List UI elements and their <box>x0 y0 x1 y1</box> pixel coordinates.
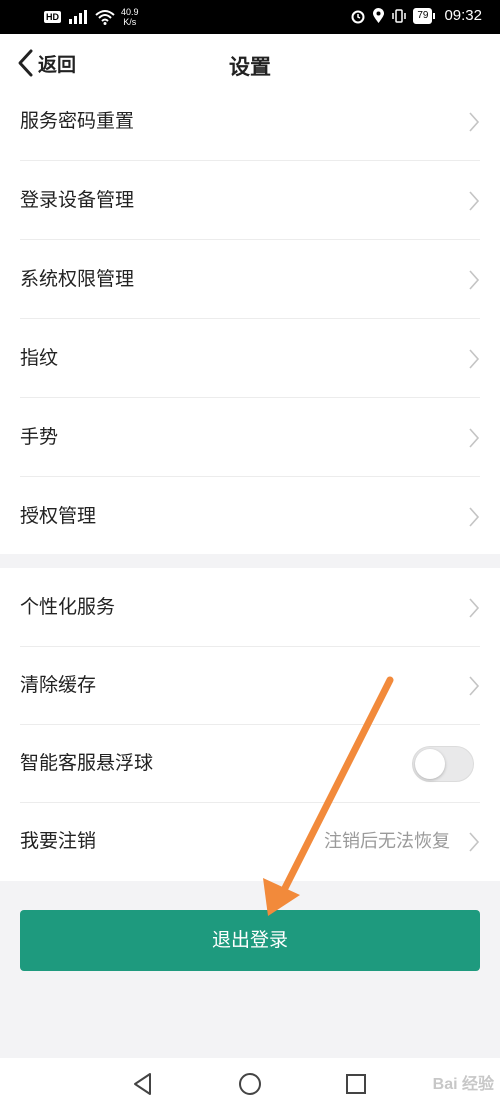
clock: 09:32 <box>444 7 482 24</box>
status-right: 79 09:32 <box>350 7 482 24</box>
settings-item-system-permissions[interactable]: 系统权限管理 <box>0 240 500 319</box>
settings-item-gesture[interactable]: 手势 <box>0 398 500 477</box>
settings-item-cancel-account[interactable]: 我要注销 注销后无法恢复 <box>0 802 500 881</box>
watermark: Bai 经验 <box>432 1076 494 1093</box>
location-icon <box>373 7 385 23</box>
settings-item-fingerprint[interactable]: 指纹 <box>0 319 500 398</box>
settings-item-label: 登录设备管理 <box>20 189 135 211</box>
settings-item-label: 系统权限管理 <box>20 268 135 290</box>
toggle-knob <box>415 749 445 779</box>
system-navigation-bar <box>0 1058 500 1111</box>
chevron-right-icon <box>469 832 480 852</box>
settings-item-clear-cache[interactable]: 清除缓存 <box>0 646 500 725</box>
nav-recents-square-icon[interactable] <box>343 1071 369 1097</box>
settings-item-floating-ball: 智能客服悬浮球 <box>0 724 500 803</box>
floating-ball-toggle[interactable] <box>412 746 474 782</box>
settings-item-label: 服务密码重置 <box>20 110 135 132</box>
chevron-right-icon <box>469 270 480 290</box>
chevron-right-icon <box>469 428 480 448</box>
settings-item-device-management[interactable]: 登录设备管理 <box>0 161 500 240</box>
settings-item-label: 个性化服务 <box>20 596 116 618</box>
chevron-right-icon <box>469 676 480 696</box>
settings-item-label: 清除缓存 <box>20 674 97 696</box>
settings-group-general: 个性化服务 清除缓存 智能客服悬浮球 我要注销 注销后无法恢复 <box>0 568 500 881</box>
page-title: 设置 <box>229 54 271 79</box>
logout-button[interactable]: 退出登录 <box>20 910 480 971</box>
signal-icon <box>69 10 87 24</box>
alarm-icon <box>351 10 365 23</box>
chevron-right-icon <box>469 598 480 618</box>
settings-item-label: 授权管理 <box>20 505 97 527</box>
nav-home-circle-icon[interactable] <box>237 1071 263 1097</box>
nav-back-triangle-icon[interactable] <box>130 1071 156 1097</box>
net-speed: 40.9 K/s <box>121 7 139 27</box>
chevron-right-icon <box>469 507 480 527</box>
chevron-right-icon <box>469 191 480 211</box>
chevron-right-icon <box>469 349 480 369</box>
settings-item-label: 指纹 <box>20 347 59 369</box>
settings-item-value: 注销后无法恢复 <box>324 831 450 852</box>
hd-badge: HD <box>44 11 61 23</box>
settings-item-personalized-service[interactable]: 个性化服务 <box>0 568 500 647</box>
settings-item-label: 智能客服悬浮球 <box>20 752 154 774</box>
status-bar: HD 40.9 K/s 79 09:32 <box>0 0 500 34</box>
settings-group-security: 服务密码重置 登录设备管理 系统权限管理 指纹 手势 授权管理 <box>0 82 500 554</box>
battery-indicator: 79 <box>413 7 436 24</box>
vibrate-icon <box>392 8 407 23</box>
wifi-icon <box>95 10 115 25</box>
settings-item-service-password-reset[interactable]: 服务密码重置 <box>0 82 500 161</box>
settings-item-authorization[interactable]: 授权管理 <box>0 477 500 556</box>
chevron-right-icon <box>469 112 480 132</box>
status-left: HD 40.9 K/s <box>44 7 139 27</box>
settings-item-label: 我要注销 <box>20 830 97 852</box>
settings-item-label: 手势 <box>20 426 59 448</box>
